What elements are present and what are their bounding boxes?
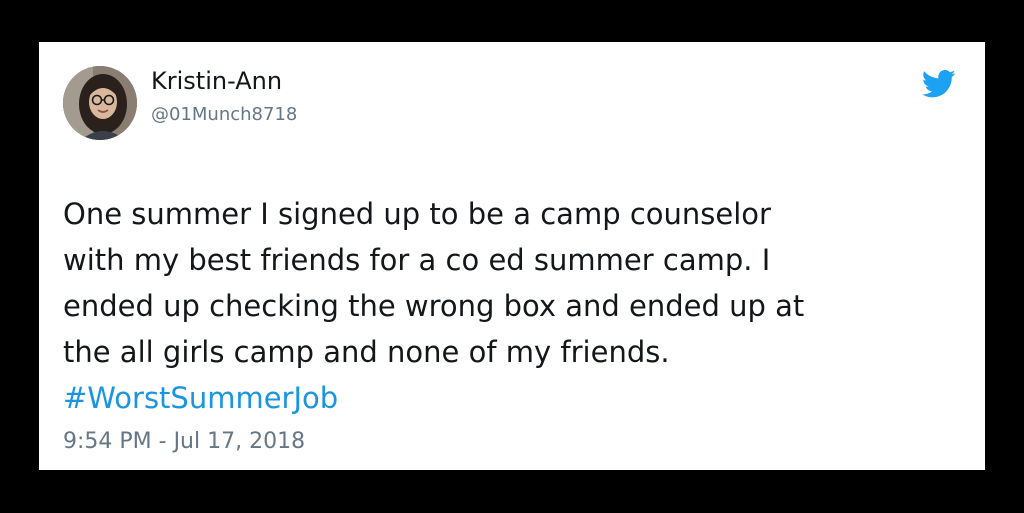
tweet-text-line: the all girls camp and none of my friend… [63,335,670,369]
tweet-text: One summer I signed up to be a camp coun… [63,191,943,421]
profile-photo-icon [63,66,137,140]
display-name[interactable]: Kristin-Ann [151,66,282,96]
avatar[interactable] [63,66,137,140]
user-handle[interactable]: @01Munch8718 [151,104,297,126]
twitter-bird-icon[interactable] [922,69,956,99]
tweet-card: Kristin-Ann @01Munch8718 One summer I si… [39,42,985,470]
tweet-text-line: with my best friends for a co ed summer … [63,243,771,277]
tweet-timestamp[interactable]: 9:54 PM - Jul 17, 2018 [63,429,305,455]
tweet-text-line: ended up checking the wrong box and ende… [63,289,805,323]
tweet-text-line: One summer I signed up to be a camp coun… [63,197,771,231]
hashtag-link[interactable]: #WorstSummerJob [63,375,943,421]
